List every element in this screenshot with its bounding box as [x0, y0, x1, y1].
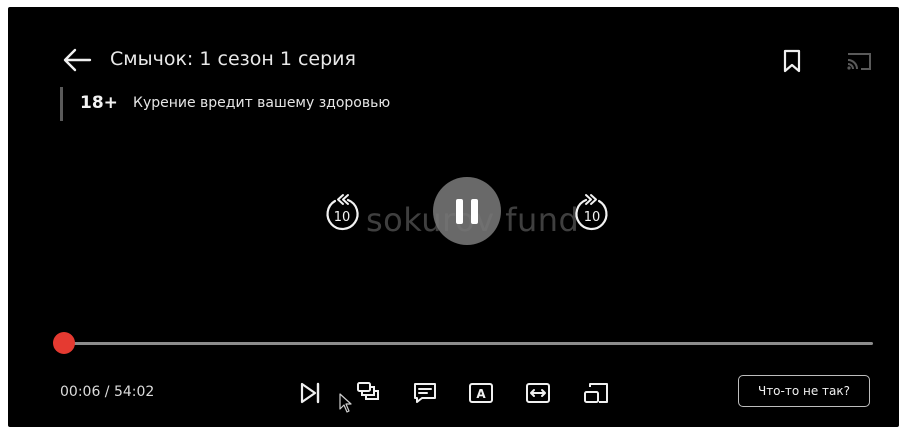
- time-display: 00:06 / 54:02: [60, 384, 155, 400]
- notice-divider: [60, 87, 63, 121]
- bookmark-button[interactable]: [778, 47, 806, 75]
- rewind-seconds-label: 10: [334, 210, 351, 225]
- picture-in-picture-button[interactable]: [582, 379, 610, 407]
- episodes-button[interactable]: [354, 379, 382, 407]
- progress-handle[interactable]: [52, 332, 75, 354]
- forward-10-button[interactable]: 10: [570, 191, 614, 235]
- video-player[interactable]: Смычок: 1 сезон 1 серия 18+ Курение вред…: [8, 7, 899, 427]
- audio-track-button[interactable]: A: [467, 379, 495, 407]
- aspect-ratio-button[interactable]: [524, 379, 552, 407]
- rewind-10-button[interactable]: 10: [320, 191, 364, 235]
- health-warning: Курение вредит вашему здоровью: [133, 95, 391, 111]
- forward-seconds-label: 10: [584, 210, 601, 225]
- pause-icon-bar-left: [456, 199, 463, 224]
- rewind-10-icon: 10: [326, 194, 359, 231]
- audio-track-label: A: [476, 387, 486, 401]
- cast-button[interactable]: [842, 47, 876, 75]
- subtitles-icon: [414, 383, 436, 403]
- arrow-left-icon: [63, 48, 92, 72]
- back-button[interactable]: [60, 45, 96, 75]
- audio-track-icon: A: [469, 383, 493, 403]
- episode-title: Смычок: 1 сезон 1 серия: [110, 48, 356, 70]
- subtitles-button[interactable]: [411, 379, 439, 407]
- pause-icon-bar-right: [471, 199, 478, 224]
- episodes-icon: [357, 382, 379, 400]
- next-episode-icon: [300, 382, 320, 404]
- next-episode-button[interactable]: [296, 379, 324, 407]
- age-rating-badge: 18+: [80, 93, 118, 113]
- pause-button[interactable]: [433, 177, 501, 245]
- picture-in-picture-icon: [584, 383, 608, 403]
- progress-bar[interactable]: [52, 332, 873, 354]
- report-problem-button[interactable]: Что-то не так?: [738, 375, 870, 407]
- mouse-cursor-icon: [339, 393, 352, 413]
- cast-icon: [847, 53, 871, 70]
- forward-10-icon: 10: [575, 194, 608, 231]
- aspect-ratio-icon: [526, 383, 550, 403]
- bookmark-icon: [783, 49, 801, 73]
